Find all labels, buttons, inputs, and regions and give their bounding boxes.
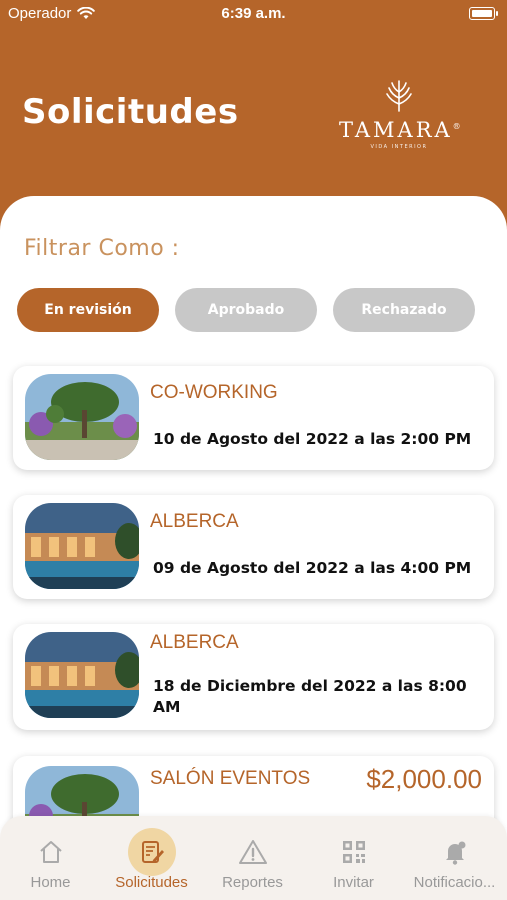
- home-icon: [27, 828, 75, 876]
- tab-reportes-label: Reportes: [222, 874, 283, 891]
- request-price: $2,000.00: [366, 764, 482, 794]
- logo-registered-mark: ®: [452, 122, 464, 131]
- request-card[interactable]: ALBERCA 18 de Diciembre del 2022 a las 8…: [13, 624, 494, 730]
- request-card[interactable]: CO-WORKING 10 de Agosto del 2022 a las 2…: [13, 366, 494, 470]
- tamara-logo: TAMARA® VIDA INTERIOR: [339, 78, 461, 150]
- status-time: 6:39 a.m.: [221, 5, 286, 22]
- tab-invitar[interactable]: Invitar: [303, 816, 404, 900]
- tab-bar: Home Solicitudes Reportes Invitar Notifi…: [0, 816, 507, 900]
- request-title: SALÓN EVENTOS: [150, 768, 311, 789]
- qr-code-icon: [330, 828, 378, 876]
- tab-invitar-label: Invitar: [333, 874, 374, 891]
- request-date: 10 de Agosto del 2022 a las 2:00 PM: [153, 430, 472, 448]
- filter-label: Filtrar Como :: [24, 236, 180, 261]
- document-edit-icon: [127, 828, 176, 876]
- request-thumbnail: [25, 503, 139, 589]
- battery-icon: [469, 7, 498, 20]
- tab-home[interactable]: Home: [0, 816, 101, 900]
- filter-chip-aprobado[interactable]: Aprobado: [175, 288, 317, 332]
- logo-name: TAMARA: [339, 118, 453, 142]
- request-card[interactable]: ALBERCA 09 de Agosto del 2022 a las 4:00…: [13, 495, 494, 599]
- tab-notificaciones-label: Notificacio...: [413, 874, 496, 891]
- status-bar: Operador 6:39 a.m.: [0, 0, 507, 30]
- logo-wordmark: TAMARA®: [339, 118, 461, 142]
- request-date: 18 de Diciembre del 2022 a las 8:00 AM: [153, 677, 467, 716]
- tab-home-label: Home: [30, 874, 71, 891]
- tab-solicitudes[interactable]: Solicitudes: [101, 816, 202, 900]
- tab-reportes[interactable]: Reportes: [202, 816, 303, 900]
- request-title: ALBERCA: [150, 511, 239, 532]
- logo-tagline: VIDA INTERIOR: [370, 144, 428, 150]
- warning-icon: [229, 828, 277, 876]
- request-title: CO-WORKING: [150, 382, 278, 403]
- leaf-logo-icon: [386, 80, 412, 112]
- filter-chip-en-revision[interactable]: En revisión: [17, 288, 159, 332]
- filter-chip-rechazado[interactable]: Rechazado: [333, 288, 475, 332]
- tab-notificaciones[interactable]: Notificacio...: [404, 816, 505, 900]
- request-title: ALBERCA: [150, 632, 239, 653]
- bell-icon: [431, 828, 479, 876]
- page-title: Solicitudes: [22, 92, 239, 132]
- content-sheet: Filtrar Como : En revisión Aprobado Rech…: [0, 196, 507, 900]
- request-date: 09 de Agosto del 2022 a las 4:00 PM: [153, 559, 472, 577]
- request-thumbnail: [25, 632, 139, 718]
- request-thumbnail: [25, 374, 139, 460]
- tab-solicitudes-label: Solicitudes: [115, 874, 188, 891]
